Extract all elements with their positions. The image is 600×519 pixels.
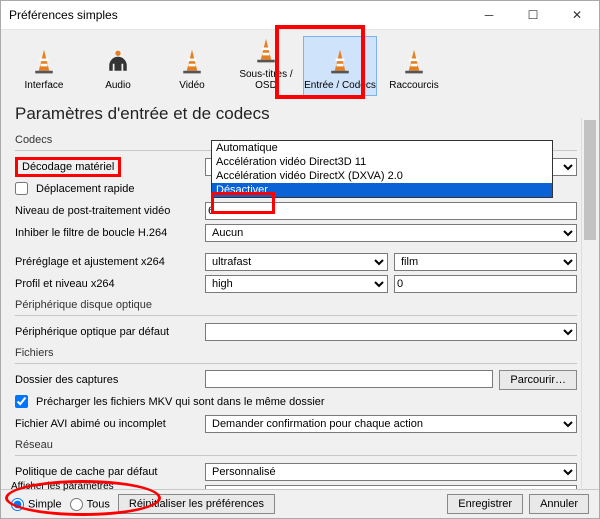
group-files: Fichiers <box>15 343 577 361</box>
cone-icon <box>252 37 280 65</box>
tab-label: Raccourcis <box>389 80 438 91</box>
tab-subtitles[interactable]: Sous-titres / OSD <box>229 36 303 96</box>
page-title: Paramètres d'entrée et de codecs <box>1 96 599 130</box>
input-proxy-url[interactable] <box>205 485 577 490</box>
input-post-proc[interactable] <box>205 202 577 220</box>
close-button[interactable]: ✕ <box>555 1 599 29</box>
divider <box>15 455 577 456</box>
tab-label: Audio <box>105 80 131 91</box>
scrollbar-thumb[interactable] <box>584 120 596 240</box>
cancel-button[interactable]: Annuler <box>529 494 589 514</box>
group-optical: Périphérique disque optique <box>15 295 577 313</box>
dropdown-option[interactable]: Accélération vidéo DirectX (DXVA) 2.0 <box>212 169 552 183</box>
label-post-proc: Niveau de post-traitement vidéo <box>15 205 170 217</box>
tab-audio[interactable]: Audio <box>81 36 155 96</box>
dropdown-option[interactable]: Accélération vidéo Direct3D 11 <box>212 155 552 169</box>
save-button[interactable]: Enregistrer <box>447 494 523 514</box>
select-optical-default[interactable] <box>205 323 577 341</box>
footer: Afficher les paramètres Simple Tous Réin… <box>1 489 599 518</box>
tab-interface[interactable]: Interface <box>7 36 81 96</box>
headphones-icon <box>104 48 132 76</box>
select-x264-tune[interactable]: film <box>394 253 577 271</box>
group-network: Réseau <box>15 435 577 453</box>
label-loop-filter: Inhiber le filtre de boucle H.264 <box>15 227 167 239</box>
reset-button[interactable]: Réinitialiser les préférences <box>118 494 275 514</box>
divider <box>15 363 577 364</box>
maximize-button[interactable]: ☐ <box>511 1 555 29</box>
input-x264-level[interactable] <box>394 275 577 293</box>
checkbox-fast-seek[interactable] <box>15 182 28 195</box>
category-tabs: Interface Audio Vidéo Sous-titres / OSD … <box>1 30 599 96</box>
input-capture-dir[interactable] <box>205 370 493 388</box>
browse-button[interactable]: Parcourir… <box>499 370 577 390</box>
window-title: Préférences simples <box>1 8 118 22</box>
tab-video[interactable]: Vidéo <box>155 36 229 96</box>
checkbox-preload-mkv[interactable] <box>15 395 28 408</box>
dropdown-hw-decode-list[interactable]: Automatique Accélération vidéo Direct3D … <box>211 140 553 198</box>
settings-content: Codecs Décodage matériel Automatique Aut… <box>1 130 599 489</box>
label-hw-decode: Décodage matériel <box>15 157 121 177</box>
scrollbar[interactable] <box>581 118 598 488</box>
minimize-button[interactable]: ─ <box>467 1 511 29</box>
tab-hotkeys[interactable]: Raccourcis <box>377 36 451 96</box>
tab-input-codecs[interactable]: Entrée / Codecs <box>303 36 377 96</box>
radio-show-all[interactable] <box>70 498 83 511</box>
radio-show-simple[interactable] <box>11 498 24 511</box>
tab-label: Interface <box>25 80 64 91</box>
tab-label: Vidéo <box>179 80 204 91</box>
radio-simple-wrap[interactable]: Simple <box>11 498 62 511</box>
select-cache-policy[interactable]: Personnalisé <box>205 463 577 481</box>
dropdown-option[interactable]: Automatique <box>212 141 552 155</box>
label-fast-seek: Déplacement rapide <box>36 183 134 195</box>
label-avi-damaged: Fichier AVI abimé ou incomplet <box>15 418 166 430</box>
label-optical-default: Périphérique optique par défaut <box>15 326 169 338</box>
dropdown-option-selected[interactable]: Désactiver <box>212 183 552 197</box>
cone-icon <box>178 48 206 76</box>
select-x264-preset[interactable]: ultrafast <box>205 253 388 271</box>
cone-icon <box>30 48 58 76</box>
radio-all-wrap[interactable]: Tous <box>70 498 110 511</box>
select-loop-filter[interactable]: Aucun <box>205 224 577 242</box>
cone-icon <box>400 48 428 76</box>
label-preload-mkv: Précharger les fichiers MKV qui sont dan… <box>36 396 325 408</box>
label-x264-profile: Profil et niveau x264 <box>15 278 115 290</box>
titlebar: Préférences simples ─ ☐ ✕ <box>1 1 599 30</box>
select-avi-damaged[interactable]: Demander confirmation pour chaque action <box>205 415 577 433</box>
tab-label: Entrée / Codecs <box>304 80 376 91</box>
label-x264-preset: Préréglage et ajustement x264 <box>15 256 165 268</box>
divider <box>15 315 577 316</box>
label-cache-policy: Politique de cache par défaut <box>15 466 158 478</box>
cone-icon <box>326 48 354 76</box>
label-show-settings: Afficher les paramètres <box>11 481 114 492</box>
select-x264-profile[interactable]: high <box>205 275 388 293</box>
tab-label: Sous-titres / OSD <box>230 69 302 91</box>
label-capture-dir: Dossier des captures <box>15 374 118 386</box>
